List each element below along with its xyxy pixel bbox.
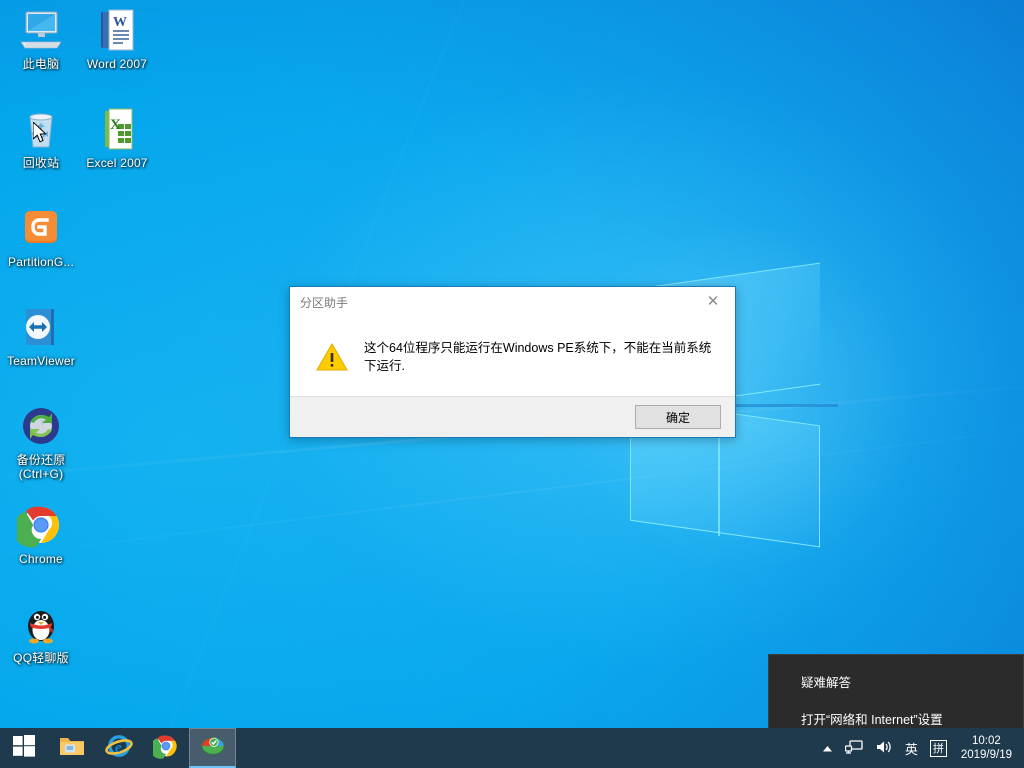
internet-explorer-icon: e — [104, 733, 133, 764]
desktop-icon-word-2007[interactable]: W Word 2007 — [78, 6, 156, 71]
taskbar[interactable]: e 英 拼 10:02 2019/9/19 — [0, 728, 1024, 768]
qq-penguin-icon — [17, 600, 65, 648]
chevron-up-icon — [822, 741, 833, 756]
dialog-title: 分区助手 — [300, 295, 349, 310]
windows-logo-icon — [13, 734, 35, 762]
close-icon[interactable]: ✕ — [691, 287, 735, 316]
dialog-titlebar[interactable]: 分区助手 ✕ — [290, 287, 735, 317]
word-document-icon: W — [93, 6, 141, 54]
desktop-icon-label: 此电脑 — [22, 57, 60, 71]
svg-text:W: W — [113, 15, 127, 30]
partition-assistant-dialog[interactable]: 分区助手 ✕ 这个64位程序只能运行在Windows PE系统下，不能在当前系统… — [289, 286, 736, 438]
network-icon — [844, 739, 863, 758]
desktop-icon-label: 回收站 — [22, 156, 60, 170]
teamviewer-icon — [17, 303, 65, 351]
chrome-icon — [149, 733, 179, 764]
ime-language-indicator[interactable]: 英 — [899, 728, 924, 768]
excel-spreadsheet-icon: X — [93, 105, 141, 153]
desktop-icon-excel-2007[interactable]: X Excel 2007 — [78, 105, 156, 170]
dialog-footer: 确定 — [290, 396, 735, 437]
system-tray[interactable]: 英 拼 10:02 2019/9/19 — [816, 728, 1024, 768]
svg-text:X: X — [110, 117, 121, 133]
dialog-message: 这个64位程序只能运行在Windows PE系统下，不能在当前系统下运行. — [364, 340, 712, 373]
start-button[interactable] — [0, 728, 48, 768]
clock-date: 2019/9/19 — [960, 749, 1012, 761]
svg-text:e: e — [115, 740, 122, 756]
taskbar-app-google-chrome[interactable] — [142, 728, 189, 768]
partition-guru-icon — [17, 204, 65, 252]
context-menu-item-troubleshoot[interactable]: 疑难解答 — [769, 663, 1023, 700]
desktop-icon-partition-guru[interactable]: PartitionG... — [2, 204, 80, 269]
volume-tray-button[interactable] — [869, 728, 899, 768]
chrome-icon — [12, 501, 65, 549]
desktop-icon-label: Excel 2007 — [86, 156, 148, 170]
dialog-body: 这个64位程序只能运行在Windows PE系统下，不能在当前系统下运行. — [290, 317, 735, 396]
partition-assistant-icon — [200, 733, 226, 762]
ime-pinyin-icon: 拼 — [929, 739, 947, 757]
desktop-icon-chrome[interactable]: Chrome — [2, 501, 80, 566]
desktop[interactable]: 此电脑 W Word 2007 回收站 X Excel 2007 Partiti… — [0, 0, 1024, 768]
warning-triangle-icon — [316, 342, 348, 372]
desktop-icon-label: Word 2007 — [86, 57, 148, 71]
desktop-icon-label: QQ轻聊版 — [13, 651, 69, 665]
desktop-icon-this-pc[interactable]: 此电脑 — [2, 6, 80, 71]
desktop-icon-label: 备份还原 (Ctrl+G) — [16, 453, 66, 481]
wallpaper-streak — [0, 416, 1024, 569]
desktop-icon-qq-light[interactable]: QQ轻聊版 — [2, 600, 80, 665]
desktop-icon-label: Chrome — [19, 552, 63, 566]
folder-icon — [59, 734, 85, 763]
network-tray-button[interactable] — [839, 728, 869, 768]
ime-pinyin-indicator[interactable]: 拼 — [924, 728, 953, 768]
ok-button[interactable]: 确定 — [635, 405, 721, 429]
show-hidden-icons-button[interactable] — [816, 728, 839, 768]
desktop-icon-teamviewer[interactable]: TeamViewer — [2, 303, 80, 368]
desktop-icon-label: TeamViewer — [7, 354, 75, 368]
taskbar-app-internet-explorer[interactable]: e — [95, 728, 142, 768]
recycle-bin-icon — [17, 105, 65, 153]
backup-restore-icon — [17, 402, 65, 450]
speaker-icon — [875, 739, 893, 758]
clock-time: 10:02 — [972, 735, 1001, 747]
taskbar-app-partition-assistant[interactable] — [189, 728, 236, 768]
desktop-icon-recycle-bin[interactable]: 回收站 — [2, 105, 80, 170]
computer-icon — [17, 6, 65, 54]
desktop-icon-backup-restore[interactable]: 备份还原 (Ctrl+G) — [2, 402, 80, 481]
taskbar-clock[interactable]: 10:02 2019/9/19 — [953, 728, 1022, 768]
taskbar-app-file-explorer[interactable] — [48, 728, 95, 768]
desktop-icon-label: PartitionG... — [8, 255, 74, 269]
